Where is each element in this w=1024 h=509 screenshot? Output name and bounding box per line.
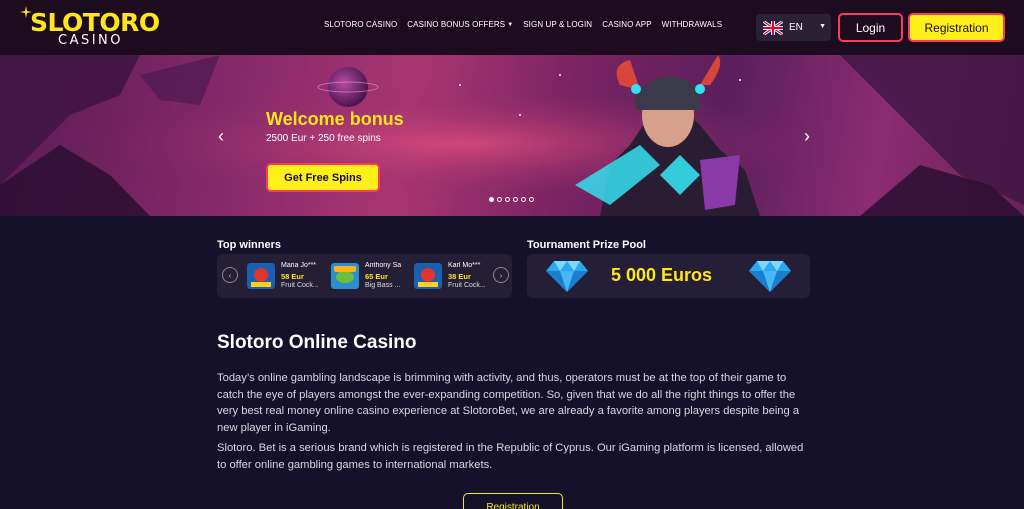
main-nav: SLOTORO CASINO CASINO BONUS OFFERS ▼ SIGN… (324, 20, 722, 29)
nav-slotoro-casino[interactable]: SLOTORO CASINO (324, 20, 397, 29)
carousel-dot[interactable] (521, 197, 526, 202)
chevron-right-icon[interactable]: › (493, 267, 509, 283)
winner-game: Big Bass ... (365, 282, 401, 289)
hero-subtitle: 2500 Eur + 250 free spins (266, 133, 381, 144)
winner-amount: 58 Eur (281, 272, 304, 281)
diamond-icon (749, 261, 791, 292)
uk-flag-icon (763, 20, 783, 35)
site-header: SLOTORO CASINO SLOTORO CASINO CASINO BON… (0, 0, 1024, 55)
winner-amount: 65 Eur (365, 272, 388, 281)
tournament-prize-value: 5 000 Euros (611, 265, 713, 285)
nav-casino-bonus-offers[interactable]: CASINO BONUS OFFERS ▼ (407, 20, 513, 29)
carousel-dot[interactable] (505, 197, 510, 202)
caret-down-icon: ▼ (819, 23, 826, 30)
nav-label: WITHDRAWALS (661, 20, 723, 29)
winner-game: Fruit Cock... (281, 282, 319, 289)
top-winners-panel: ‹ Maria Jo*** 58 Eur Fruit Cock... Antho… (217, 254, 512, 298)
nav-withdrawals[interactable]: WITHDRAWALS (662, 20, 723, 29)
nav-label: CASINO BONUS OFFERS (407, 20, 506, 29)
winner-name: Anthony Sa (365, 262, 402, 269)
registration-button[interactable]: Registration (908, 13, 1005, 42)
intro-paragraph: Today’s online gambling landscape is bri… (217, 372, 800, 434)
logo-sub-text: CASINO (58, 33, 124, 48)
hero-background-art (0, 55, 1024, 216)
winner-name: Maria Jo*** (281, 262, 317, 269)
nav-sign-up-login[interactable]: SIGN UP & LOGIN (523, 20, 592, 29)
carousel-dot[interactable] (489, 197, 494, 202)
carousel-dot[interactable] (513, 197, 518, 202)
hero-title: Welcome bonus (266, 109, 404, 129)
content-registration-button[interactable]: Registration (463, 493, 563, 509)
language-selector[interactable]: EN ▼ (756, 14, 831, 41)
caret-down-icon: ▼ (507, 21, 514, 28)
top-winners-title: Top winners (217, 239, 281, 251)
nav-label: SLOTORO CASINO (324, 20, 398, 29)
carousel-dot[interactable] (497, 197, 502, 202)
get-free-spins-button[interactable]: Get Free Spins (266, 163, 380, 192)
hero-next-arrow[interactable]: › (804, 126, 810, 147)
login-button[interactable]: Login (838, 13, 903, 42)
hero-prev-arrow[interactable]: ‹ (218, 126, 224, 147)
tournament-title: Tournament Prize Pool (527, 239, 646, 251)
fruit-cocktail-game-thumbnail (414, 263, 442, 289)
brand-paragraph: Slotoro. Bet is a serious brand which is… (217, 442, 804, 471)
carousel-dot[interactable] (529, 197, 534, 202)
nav-casino-app[interactable]: CASINO APP (602, 20, 651, 29)
winner-item[interactable]: Maria Jo*** 58 Eur Fruit Cock... (247, 260, 325, 292)
winner-item[interactable]: Karl Mo*** 38 Eur Fruit Cock... (414, 260, 492, 292)
chevron-left-icon[interactable]: ‹ (222, 267, 238, 283)
diamond-icon (546, 261, 588, 292)
winner-item[interactable]: Anthony Sa 65 Eur Big Bass ... (331, 260, 409, 292)
big-bass-game-thumbnail (331, 263, 359, 289)
nav-label: SIGN UP & LOGIN (523, 20, 593, 29)
nav-label: CASINO APP (602, 20, 652, 29)
winner-amount: 38 Eur (448, 272, 471, 281)
hero-banner: ‹ › Welcome bonus 2500 Eur + 250 free sp… (0, 55, 1024, 216)
winner-game: Fruit Cock... (448, 282, 486, 289)
winner-name: Karl Mo*** (448, 262, 481, 269)
language-code: EN (789, 22, 803, 33)
carousel-dots (489, 197, 534, 202)
fruit-cocktail-game-thumbnail (247, 263, 275, 289)
slotoro-logo[interactable]: SLOTORO CASINO (20, 6, 164, 50)
page-heading: Slotoro Online Casino (217, 332, 417, 353)
